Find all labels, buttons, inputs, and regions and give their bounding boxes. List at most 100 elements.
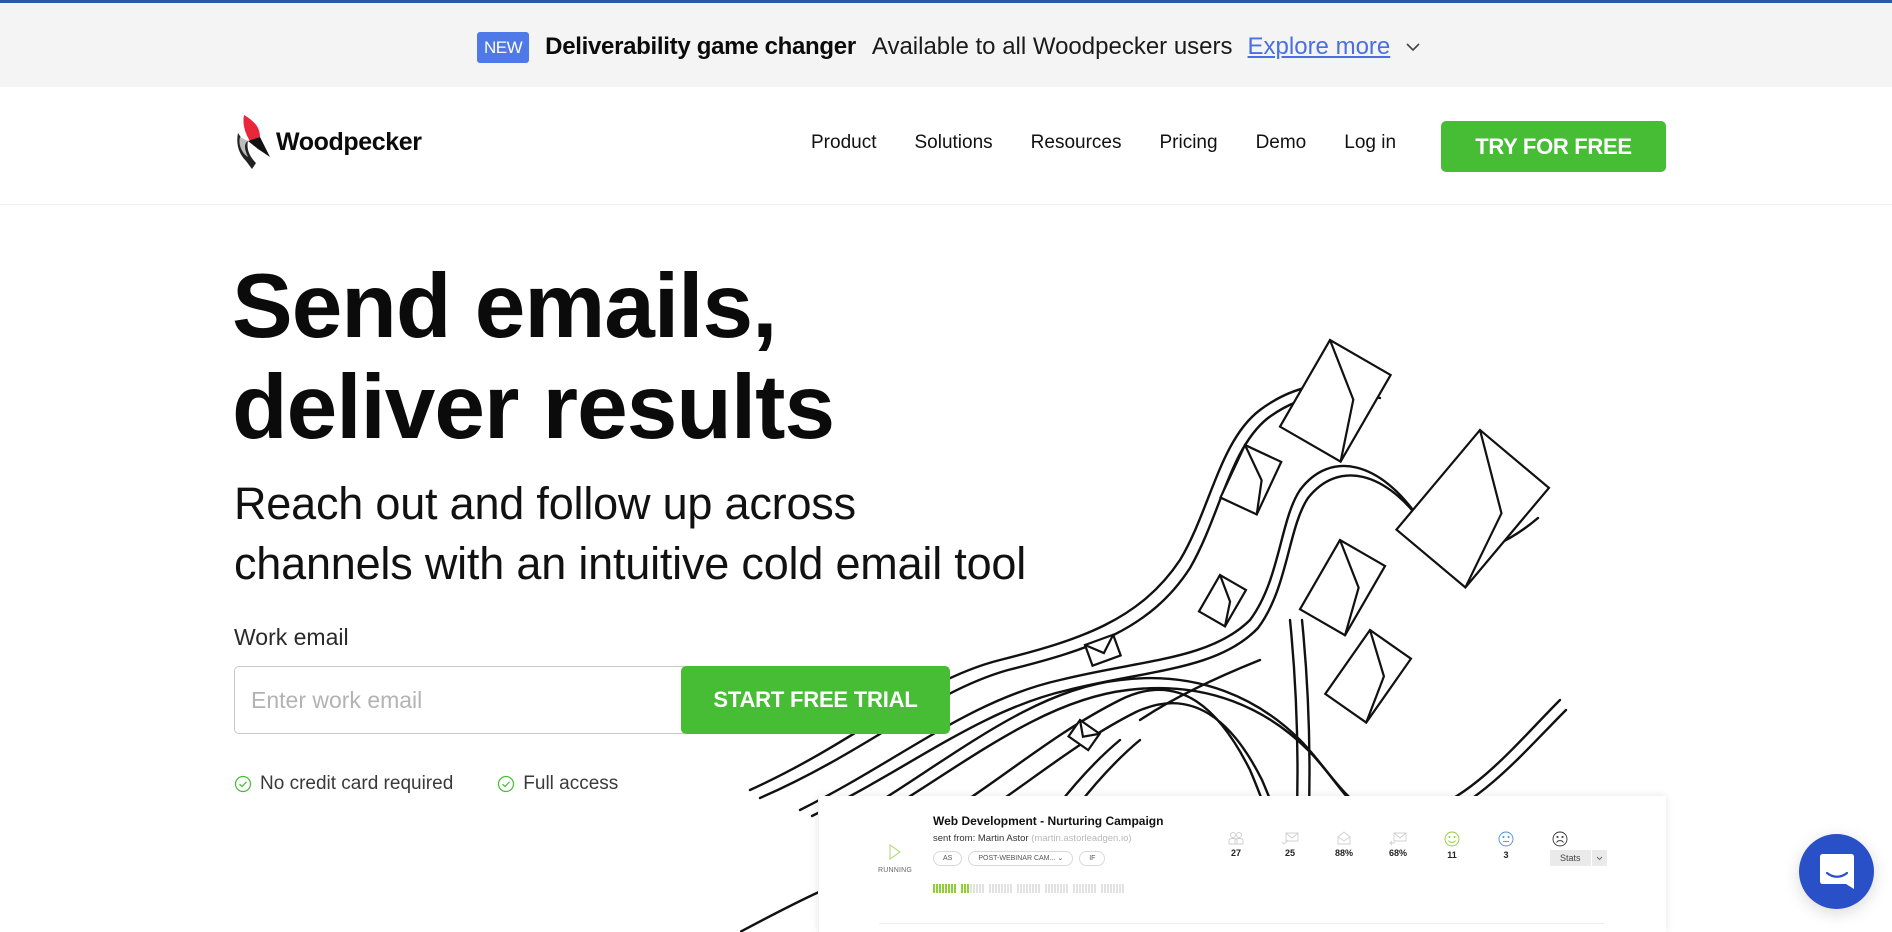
progress-tick <box>1032 884 1034 893</box>
headline-line-2: deliver results <box>232 357 835 458</box>
stat-prospects: 27 <box>1209 831 1263 860</box>
progress-segment <box>1101 884 1124 893</box>
progress-tick <box>1060 884 1062 893</box>
progress-tick <box>936 884 938 893</box>
chevron-down-icon[interactable] <box>1591 850 1607 866</box>
campaign-card: RUNNING Web Development - Nurturing Camp… <box>818 796 1666 932</box>
progress-tick <box>951 884 953 893</box>
nav-resources[interactable]: Resources <box>1031 132 1122 154</box>
progress-tick <box>979 884 981 893</box>
progress-segment <box>1017 884 1040 893</box>
announcement-bar: NEW Deliverability game changer Availabl… <box>0 0 1892 87</box>
progress-tick <box>1079 884 1081 893</box>
progress-tick <box>1045 884 1047 893</box>
progress-tick <box>961 884 963 893</box>
headline-line-1: Send emails, <box>232 256 777 357</box>
logo[interactable]: Woodpecker <box>234 113 422 171</box>
perk-label: No credit card required <box>260 773 454 794</box>
nav-pricing[interactable]: Pricing <box>1159 132 1217 154</box>
negative-icon <box>1552 831 1568 847</box>
stat-value: 27 <box>1230 848 1241 858</box>
progress-tick <box>964 884 966 893</box>
stat-value: 25 <box>1284 848 1295 858</box>
stat-delivered: 25 <box>1263 831 1317 860</box>
chat-launcher-button[interactable] <box>1799 834 1874 909</box>
chevron-down-icon: ⌄ <box>1057 855 1064 862</box>
stat-value: 88% <box>1334 848 1353 858</box>
status-label: RUNNING <box>877 867 913 874</box>
progress-tick <box>976 884 978 893</box>
play-icon <box>889 844 901 860</box>
progress-tick <box>1094 884 1096 893</box>
subhead-line-2: channels with an intuitive cold email to… <box>234 538 1027 589</box>
perk-item: Full access <box>497 773 618 795</box>
site-header: Woodpecker Product Solutions Resources P… <box>0 87 1892 205</box>
progress-tick <box>1085 884 1087 893</box>
chat-icon <box>1819 853 1854 889</box>
start-free-trial-button[interactable]: START FREE TRIAL <box>681 666 950 734</box>
chevron-down-icon[interactable] <box>1404 38 1422 56</box>
progress-tick <box>954 884 956 893</box>
nav-solutions[interactable]: Solutions <box>914 132 992 154</box>
progress-tick <box>945 884 947 893</box>
progress-segment <box>989 884 1012 893</box>
hero-headline: Send emails, deliver results <box>232 256 835 458</box>
stat-replied: 68% <box>1371 831 1425 860</box>
progress-tick <box>998 884 1000 893</box>
perk-label: Full access <box>523 773 619 794</box>
progress-tick <box>1063 884 1065 893</box>
progress-tick <box>1004 884 1006 893</box>
delivered-icon <box>1281 832 1299 845</box>
progress-tick <box>1088 884 1090 893</box>
stat-positive: 11 <box>1425 831 1479 860</box>
progress-tick <box>1107 884 1109 893</box>
stat-value: 3 <box>1503 850 1509 860</box>
progress-tick <box>1110 884 1112 893</box>
progress-tick <box>1038 884 1040 893</box>
try-for-free-button[interactable]: TRY FOR FREE <box>1441 121 1666 172</box>
progress-tick <box>1119 884 1121 893</box>
progress-tick <box>1066 884 1068 893</box>
new-badge: NEW <box>477 31 530 63</box>
explore-more-link[interactable]: Explore more <box>1248 33 1391 61</box>
progress-segment <box>933 884 956 893</box>
chip-condition[interactable]: IF <box>1079 851 1106 866</box>
progress-tick <box>1010 884 1012 893</box>
stat-opened: 88% <box>1317 831 1371 860</box>
nav-login[interactable]: Log in <box>1344 132 1396 154</box>
progress-tick <box>1026 884 1028 893</box>
progress-tick <box>989 884 991 893</box>
progress-tick <box>995 884 997 893</box>
chip-campaign-select[interactable]: POST-WEBINAR CAM... ⌄ <box>968 851 1074 866</box>
work-email-input[interactable] <box>234 666 684 734</box>
progress-tick <box>1023 884 1025 893</box>
progress-tick <box>1007 884 1009 893</box>
progress-tick <box>1076 884 1078 893</box>
progress-tick <box>1116 884 1118 893</box>
card-divider <box>879 923 1604 924</box>
woodpecker-logo-icon <box>237 115 270 169</box>
opened-icon <box>1337 831 1351 845</box>
progress-tick <box>1122 884 1124 893</box>
campaign-title[interactable]: Web Development - Nurturing Campaign <box>933 814 1163 828</box>
progress-tick <box>1101 884 1103 893</box>
sent-from-name: sent from: Martin Astor <box>933 833 1029 844</box>
stats-button[interactable]: Stats <box>1550 850 1591 866</box>
progress-tick <box>1073 884 1075 893</box>
progress-segment <box>1073 884 1096 893</box>
progress-tick <box>1104 884 1106 893</box>
nav-product[interactable]: Product <box>811 132 876 154</box>
progress-tick <box>1113 884 1115 893</box>
chip-initials[interactable]: AS <box>933 851 963 866</box>
progress-tick <box>1054 884 1056 893</box>
progress-tick <box>967 884 969 893</box>
main-nav: Product Solutions Resources Pricing Demo… <box>811 132 1396 154</box>
progress-tick <box>1017 884 1019 893</box>
nav-demo[interactable]: Demo <box>1256 132 1307 154</box>
positive-icon <box>1444 831 1460 847</box>
progress-tick <box>1029 884 1031 893</box>
progress-tick <box>1091 884 1093 893</box>
stat-value: 11 <box>1447 850 1457 860</box>
stat-value: 68% <box>1388 848 1407 858</box>
stat-neutral: 3 <box>1479 831 1533 860</box>
